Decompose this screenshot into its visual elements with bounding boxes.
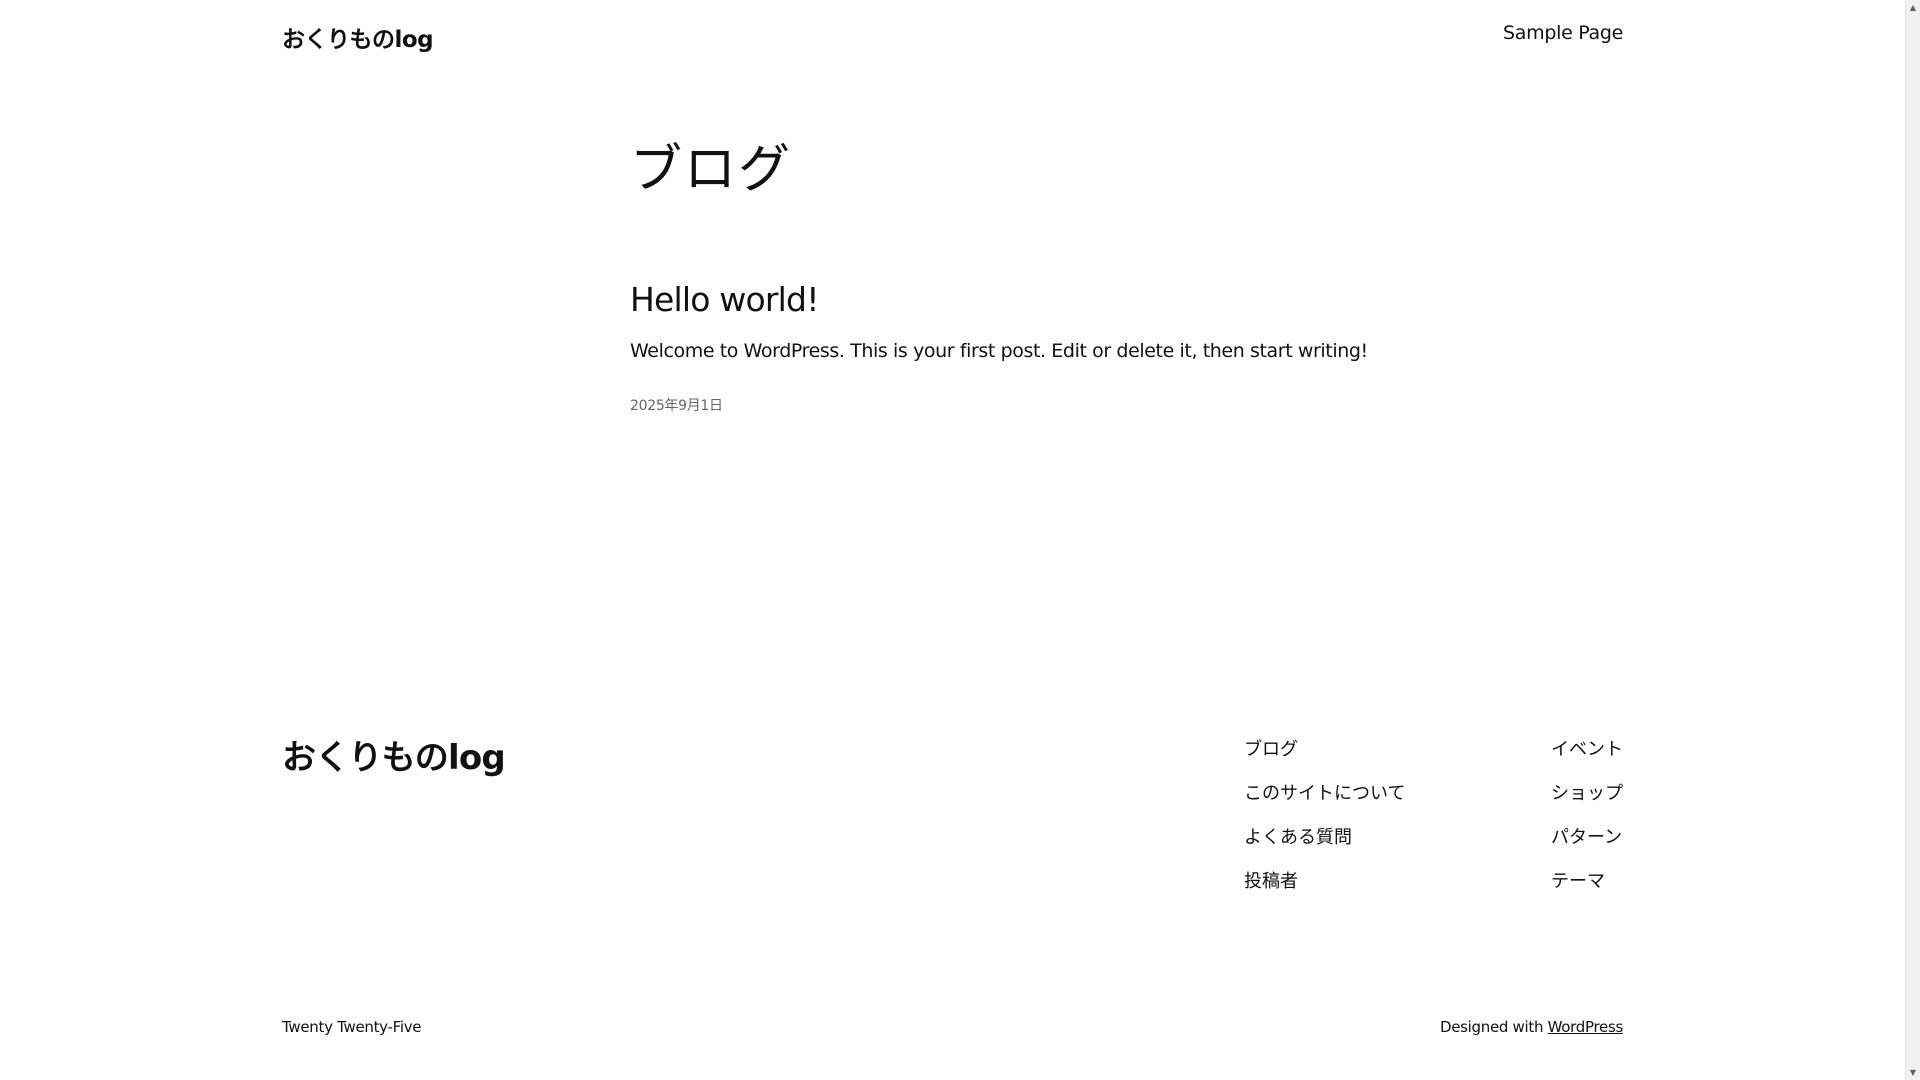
theme-credit: Twenty Twenty-Five	[282, 1018, 422, 1036]
page-title: ブログ	[630, 140, 793, 200]
site-header: おくりものlog Sample Page	[282, 0, 1623, 70]
footer-link-events[interactable]: イベント	[1551, 728, 1623, 772]
post-excerpt: Welcome to WordPress. This is your first…	[630, 340, 1368, 362]
vertical-scrollbar[interactable]: ▲ ▼	[1905, 0, 1920, 1080]
scroll-up-arrow-icon[interactable]: ▲	[1906, 0, 1920, 15]
post-date[interactable]: 2025年9月1日	[630, 395, 723, 415]
main-content: ブログ Hello world! Welcome to WordPress. T…	[630, 130, 1368, 414]
designed-with-credit: Designed with WordPress	[1440, 1018, 1623, 1036]
footer-site-title-link[interactable]: おくりものlog	[282, 730, 506, 779]
footer-nav-column-2: イベント ショップ パターン テーマ	[1551, 728, 1623, 904]
footer-link-themes[interactable]: テーマ	[1551, 860, 1605, 904]
designed-with-prefix: Designed with	[1439, 1018, 1548, 1036]
footer-link-faq[interactable]: よくある質問	[1244, 816, 1405, 860]
footer-link-blog[interactable]: ブログ	[1244, 728, 1405, 772]
footer-link-authors[interactable]: 投稿者	[1244, 860, 1405, 904]
site-footer: おくりものlog ブログ このサイトについて よくある質問 投稿者 イベント シ…	[282, 720, 1623, 1060]
post-title-link[interactable]: Hello world!	[630, 280, 819, 319]
footer-link-shop[interactable]: ショップ	[1551, 772, 1623, 816]
scroll-down-arrow-icon[interactable]: ▼	[1906, 1065, 1920, 1080]
site-title-link[interactable]: おくりものlog	[282, 20, 434, 54]
footer-link-about[interactable]: このサイトについて	[1244, 772, 1405, 816]
wordpress-link[interactable]: WordPress	[1548, 1018, 1624, 1036]
footer-link-patterns[interactable]: パターン	[1551, 816, 1622, 860]
page: おくりものlog Sample Page ブログ Hello world! We…	[0, 0, 1905, 1080]
footer-nav-column-1: ブログ このサイトについて よくある質問 投稿者	[1244, 728, 1405, 904]
nav-link-sample-page[interactable]: Sample Page	[1503, 22, 1623, 44]
